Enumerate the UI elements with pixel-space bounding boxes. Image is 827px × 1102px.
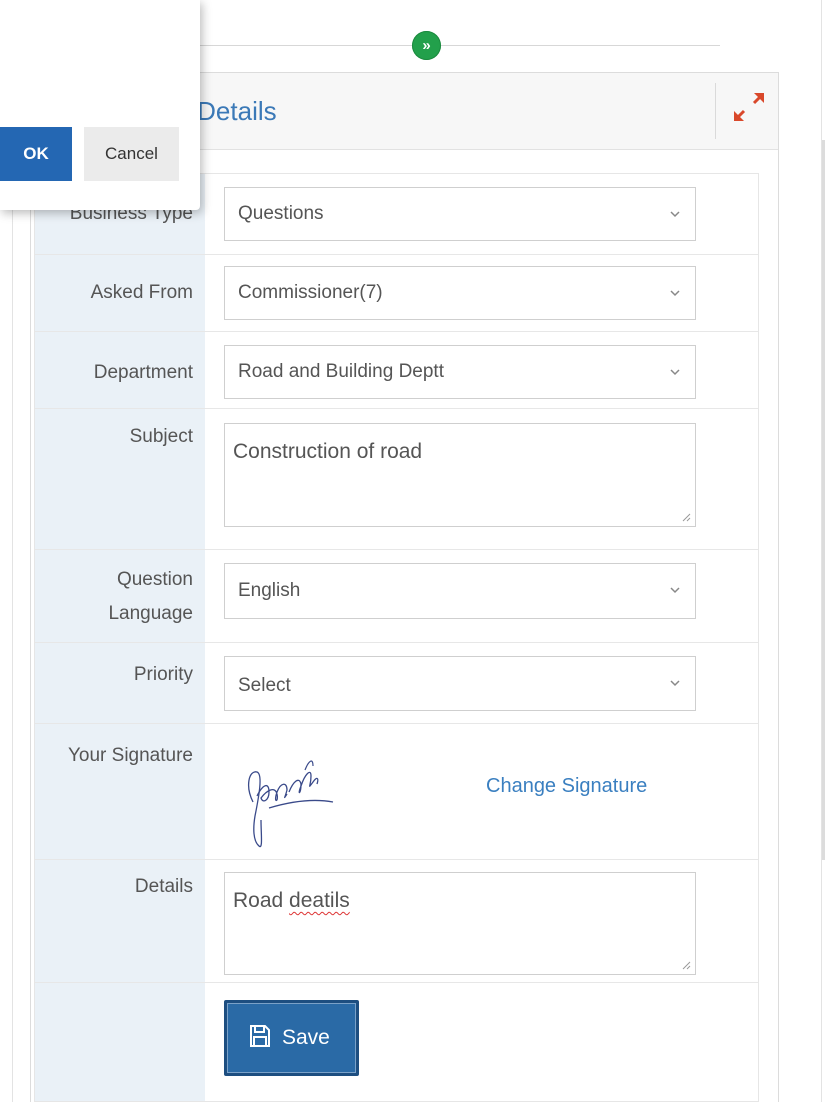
- row-value-cell: Road and Building Deptt: [205, 332, 758, 408]
- details-value-text: Road: [233, 889, 290, 912]
- row-value-cell: Save: [205, 983, 758, 1101]
- cancel-button[interactable]: Cancel: [84, 127, 179, 181]
- form-row-question-language: Question Language English: [35, 550, 758, 643]
- form-row-signature: Your Signature Change Signature: [35, 724, 758, 860]
- expand-arrows-icon: [734, 93, 764, 121]
- row-value-cell: Change Signature: [205, 724, 758, 859]
- resize-grip-icon[interactable]: [681, 960, 691, 970]
- priority-value: Select: [238, 675, 291, 696]
- row-value-cell: Questions: [205, 174, 758, 254]
- row-label-cell: Subject: [35, 409, 205, 549]
- row-value-cell: Select: [205, 643, 758, 723]
- question-language-label-line1: Question: [116, 569, 193, 590]
- resize-grip-icon[interactable]: [681, 512, 691, 522]
- form-row-priority: Priority Select: [35, 643, 758, 724]
- change-signature-link[interactable]: Change Signature: [486, 775, 647, 798]
- business-type-value: Questions: [238, 203, 324, 224]
- chevron-down-icon: [670, 587, 680, 594]
- priority-select[interactable]: Select: [224, 656, 696, 711]
- department-value: Road and Building Deptt: [238, 361, 444, 382]
- row-label-cell: [35, 983, 205, 1101]
- business-type-select[interactable]: Questions: [224, 187, 696, 241]
- expand-button[interactable]: [727, 83, 771, 133]
- row-value-cell: Commissioner(7): [205, 255, 758, 331]
- row-label-cell: Priority: [35, 643, 205, 723]
- signature-image: [247, 760, 334, 848]
- department-label: Department: [93, 362, 193, 383]
- row-label-cell: Question Language: [35, 550, 205, 642]
- scrollbar-track[interactable]: [822, 140, 825, 860]
- details-misspelled-word: deatils: [289, 889, 350, 912]
- save-button[interactable]: Save: [224, 1000, 359, 1076]
- priority-label: Priority: [133, 664, 193, 685]
- signature-label: Your Signature: [67, 745, 193, 766]
- chevron-down-icon: [670, 369, 680, 376]
- details-label: Details: [134, 876, 193, 897]
- floppy-disk-icon: [250, 1025, 270, 1047]
- question-language-label-line2: Language: [108, 603, 193, 624]
- row-label-cell: Asked From: [35, 255, 205, 331]
- form-row-details: Details Road deatils: [35, 860, 758, 983]
- details-textarea[interactable]: Road deatils: [224, 872, 696, 975]
- row-label-cell: Details: [35, 860, 205, 982]
- department-select[interactable]: Road and Building Deptt: [224, 345, 696, 399]
- row-value-cell: Construction of road: [205, 409, 758, 549]
- asked-from-label: Asked From: [90, 282, 193, 303]
- question-form: Business Type Questions Asked From Commi…: [34, 173, 759, 1102]
- subject-value: Construction of road: [233, 440, 423, 463]
- wizard-progress-line: [186, 45, 720, 46]
- wizard-step-indicator[interactable]: »: [412, 31, 441, 60]
- question-language-value: English: [238, 580, 301, 601]
- form-row-department: Department Road and Building Deptt: [35, 332, 758, 409]
- double-chevron-right-icon: »: [422, 37, 431, 54]
- asked-from-value: Commissioner(7): [238, 282, 383, 303]
- row-value-cell: Road deatils: [205, 860, 758, 982]
- row-label-cell: Your Signature: [35, 724, 205, 859]
- save-label: Save: [282, 1026, 330, 1049]
- question-language-select[interactable]: English: [224, 563, 696, 619]
- question-details-panel: on Details Business Type Questions Asked…: [30, 72, 779, 1102]
- confirm-dialog: OK Cancel: [0, 0, 200, 210]
- details-value: Road deatils: [233, 889, 350, 913]
- subject-textarea[interactable]: Construction of road: [224, 423, 696, 527]
- asked-from-select[interactable]: Commissioner(7): [224, 266, 696, 320]
- header-divider: [715, 83, 716, 139]
- chevron-down-icon: [670, 290, 680, 297]
- form-row-asked-from: Asked From Commissioner(7): [35, 255, 758, 332]
- subject-label: Subject: [129, 426, 193, 447]
- chevron-down-icon: [670, 211, 680, 218]
- row-label-cell: Department: [35, 332, 205, 408]
- form-row-actions: Save: [35, 983, 758, 1101]
- chevron-down-icon: [670, 680, 680, 687]
- ok-button[interactable]: OK: [0, 127, 72, 181]
- form-row-subject: Subject Construction of road: [35, 409, 758, 550]
- row-value-cell: English: [205, 550, 758, 642]
